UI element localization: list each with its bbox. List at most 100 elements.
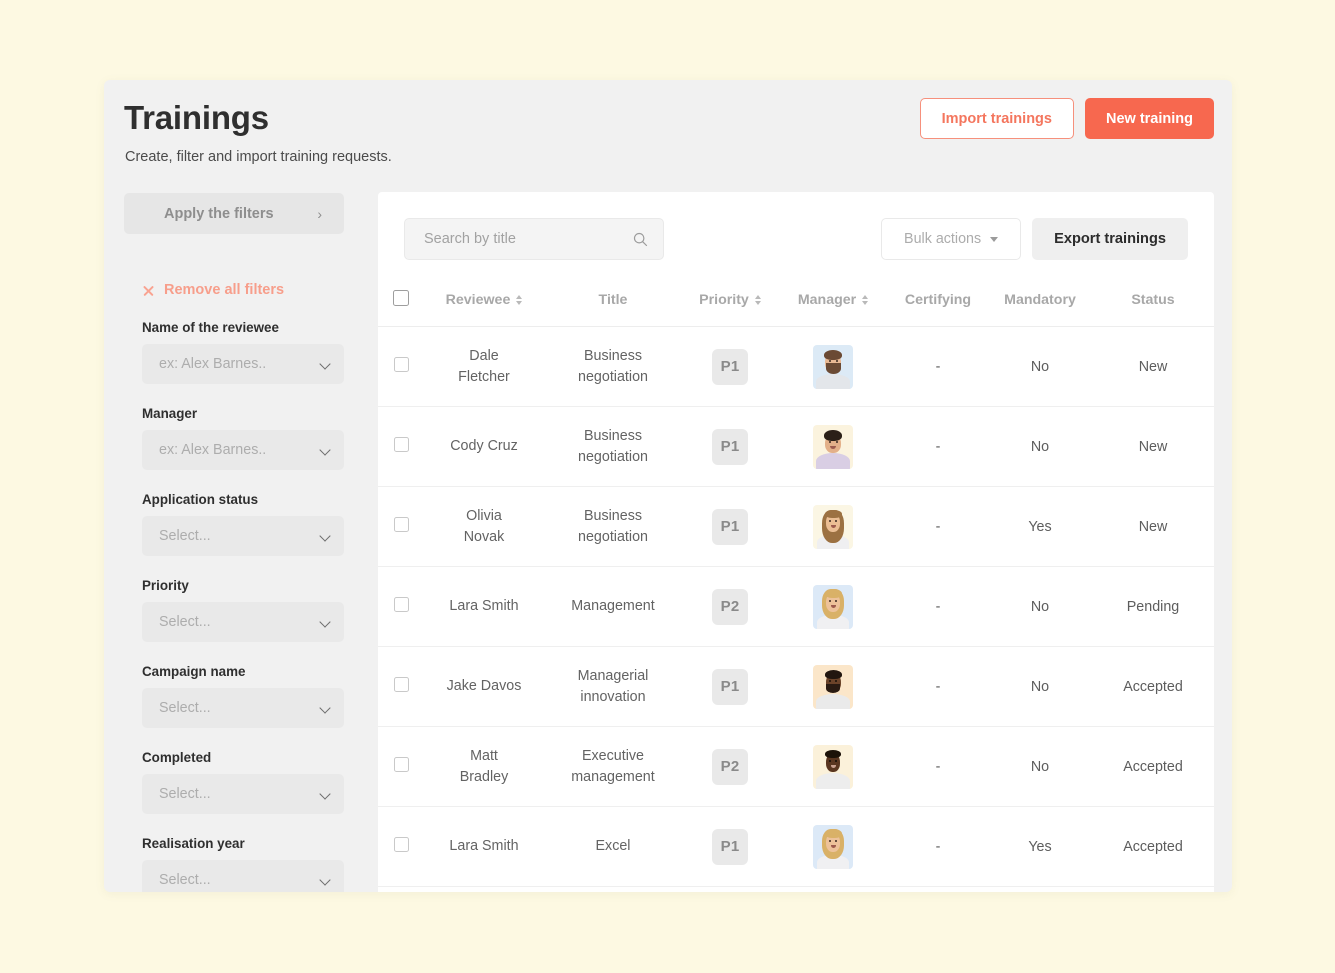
- cell-manager: [778, 406, 888, 487]
- avatar: [813, 344, 853, 389]
- trainings-card: Trainings Create, filter and import trai…: [104, 80, 1232, 892]
- row-checkbox[interactable]: [393, 597, 409, 612]
- cell-reviewee: Cody Cruz: [424, 406, 544, 487]
- cell-manager: [778, 646, 888, 727]
- priority-badge: P2: [712, 588, 748, 625]
- cell-mandatory: No: [988, 646, 1092, 727]
- table-body: Dale Fletcher Business negotiation P1 - …: [378, 326, 1214, 887]
- table-row[interactable]: Matt Bradley Executive management P2 - N…: [378, 726, 1214, 807]
- page-header: Trainings Create, filter and import trai…: [124, 98, 392, 166]
- table-row[interactable]: Dale Fletcher Business negotiation P1 - …: [378, 326, 1214, 407]
- priority-badge: P1: [712, 668, 748, 705]
- filter-value: ex: Alex Barnes..: [159, 356, 267, 372]
- filter-select-manager[interactable]: ex: Alex Barnes..: [142, 430, 344, 470]
- search-input[interactable]: Search by title: [404, 218, 664, 260]
- reviewee-line-1: Olivia: [466, 507, 502, 524]
- row-checkbox[interactable]: [393, 437, 409, 452]
- cell-status: New: [1092, 326, 1214, 407]
- priority-badge: P1: [712, 348, 748, 385]
- filters-sidebar: Apply the filters › Remove all filters N…: [124, 193, 344, 892]
- table-toolbar: Search by title Bulk actions Export trai…: [404, 218, 1188, 260]
- filter-value: Select...: [159, 614, 211, 630]
- filter-select-application-status[interactable]: Select...: [142, 516, 344, 556]
- table-header-row: Reviewee Title Priority Manager Certifyi…: [378, 278, 1214, 327]
- chevron-right-icon: ›: [317, 205, 322, 222]
- reviewee-line-2: Fletcher: [458, 368, 510, 385]
- cell-reviewee: Dale Fletcher: [424, 326, 544, 407]
- cell-reviewee: Lara Smith: [424, 806, 544, 887]
- column-label: Status: [1131, 292, 1175, 308]
- cell-manager: [778, 486, 888, 567]
- chevron-down-icon: [320, 789, 331, 800]
- table-row[interactable]: Jake Davos Managerial innovation P1 - No…: [378, 646, 1214, 727]
- cell-priority: P2: [682, 726, 778, 807]
- row-checkbox[interactable]: [393, 677, 409, 692]
- sort-icon[interactable]: [754, 295, 761, 305]
- sort-icon[interactable]: [516, 295, 523, 305]
- title-line-1: Management: [571, 598, 655, 614]
- row-select-cell: [378, 726, 424, 807]
- filter-label: Name of the reviewee: [142, 320, 279, 335]
- title-line-1: Business: [583, 347, 642, 364]
- cell-status: New: [1092, 486, 1214, 567]
- sort-icon[interactable]: [862, 295, 869, 305]
- filter-select-priority[interactable]: Select...: [142, 602, 344, 642]
- bulk-actions-dropdown[interactable]: Bulk actions: [881, 218, 1022, 260]
- filter-group-priority: Priority Select...: [142, 578, 344, 642]
- chevron-down-icon: [320, 617, 331, 628]
- row-checkbox[interactable]: [393, 837, 409, 852]
- row-select-cell: [378, 326, 424, 407]
- reviewee-line-1: Lara Smith: [449, 838, 519, 854]
- title-line-1: Excel: [595, 838, 631, 854]
- avatar: [813, 664, 853, 709]
- column-label: Reviewee: [445, 292, 511, 308]
- title-line-1: Business: [583, 507, 642, 524]
- cell-manager: [778, 326, 888, 407]
- column-header-manager[interactable]: Manager: [778, 278, 888, 327]
- table-row[interactable]: Lara Smith Excel P1 - Yes Accepted: [378, 806, 1214, 887]
- import-trainings-button[interactable]: Import trainings: [919, 98, 1074, 139]
- avatar: [813, 504, 853, 549]
- new-training-button[interactable]: New training: [1084, 98, 1214, 139]
- chevron-down-icon: [320, 875, 331, 886]
- cell-mandatory: Yes: [988, 806, 1092, 887]
- cell-status: Accepted: [1092, 806, 1214, 887]
- trainings-table: Reviewee Title Priority Manager Certifyi…: [378, 278, 1214, 887]
- column-header-priority[interactable]: Priority: [682, 278, 778, 327]
- filter-select-campaign-name[interactable]: Select...: [142, 688, 344, 728]
- filter-value: Select...: [159, 786, 211, 802]
- cell-certifying: -: [888, 806, 988, 887]
- row-checkbox[interactable]: [393, 757, 409, 772]
- column-header-reviewee[interactable]: Reviewee: [424, 278, 544, 327]
- title-line-2: negotiation: [578, 368, 648, 385]
- table-row[interactable]: Olivia Novak Business negotiation P1 - Y…: [378, 486, 1214, 567]
- cell-priority: P1: [682, 806, 778, 887]
- apply-filters-button[interactable]: Apply the filters ›: [124, 193, 344, 234]
- filter-group-application-status: Application status Select...: [142, 492, 344, 556]
- filter-select-reviewee[interactable]: ex: Alex Barnes..: [142, 344, 344, 384]
- filter-select-completed[interactable]: Select...: [142, 774, 344, 814]
- cell-mandatory: No: [988, 326, 1092, 407]
- title-line-1: Executive: [582, 747, 644, 764]
- cell-title: Executive management: [544, 726, 682, 807]
- filter-select-realisation-year[interactable]: Select...: [142, 860, 344, 892]
- table-row[interactable]: Cody Cruz Business negotiation P1 - No N…: [378, 406, 1214, 487]
- export-trainings-button[interactable]: Export trainings: [1032, 218, 1188, 260]
- table-head: Reviewee Title Priority Manager Certifyi…: [378, 278, 1214, 327]
- avatar: [813, 584, 853, 629]
- select-all-checkbox[interactable]: [393, 290, 409, 306]
- column-header-title: Title: [544, 278, 682, 327]
- remove-all-filters-button[interactable]: Remove all filters: [142, 282, 344, 298]
- chevron-down-icon: [320, 359, 331, 370]
- cell-mandatory: No: [988, 566, 1092, 647]
- bulk-actions-label: Bulk actions: [904, 231, 982, 247]
- cell-certifying: -: [888, 566, 988, 647]
- table-row[interactable]: Lara Smith Management P2 - No Pending: [378, 566, 1214, 647]
- priority-badge: P2: [712, 748, 748, 785]
- row-checkbox[interactable]: [393, 357, 409, 372]
- row-checkbox[interactable]: [393, 517, 409, 532]
- filter-group-campaign-name: Campaign name Select...: [142, 664, 344, 728]
- reviewee-line-2: Bradley: [459, 768, 509, 785]
- row-select-cell: [378, 406, 424, 487]
- cell-mandatory: No: [988, 726, 1092, 807]
